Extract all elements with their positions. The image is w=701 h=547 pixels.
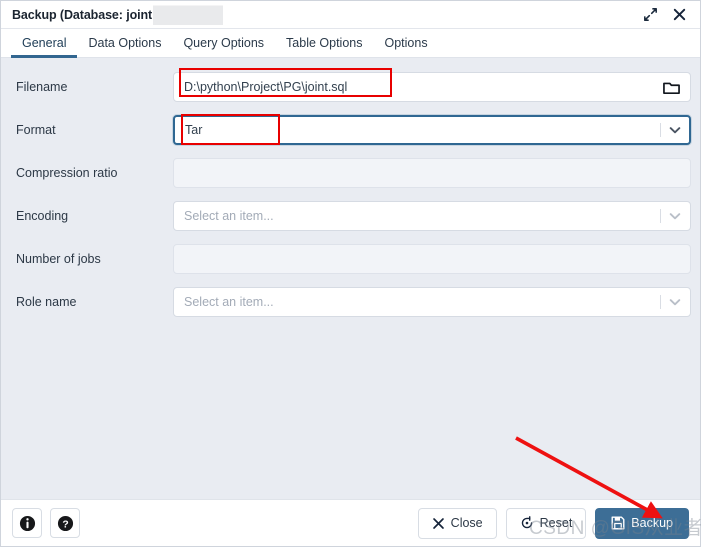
format-select[interactable]: Tar	[173, 115, 691, 145]
reset-button-label: Reset	[539, 516, 573, 530]
role-name-select[interactable]: Select an item...	[173, 287, 691, 317]
folder-icon[interactable]	[659, 72, 683, 102]
footer-actions: Close Reset Backup	[417, 507, 689, 539]
tab-options-label: Options	[384, 36, 428, 50]
expand-icon[interactable]	[644, 8, 657, 21]
field-row-filename: Filename D:\python\Project\PG\joint.sql	[10, 72, 691, 102]
label-number-of-jobs: Number of jobs	[16, 252, 101, 266]
role-name-control: Select an item...	[173, 287, 691, 317]
save-icon	[611, 516, 625, 530]
encoding-control: Select an item...	[173, 201, 691, 231]
compression-ratio-input	[173, 158, 691, 188]
reset-button[interactable]: Reset	[505, 507, 587, 539]
tab-data-options[interactable]: Data Options	[77, 29, 172, 57]
help-icon[interactable]: ?	[50, 508, 80, 538]
backup-button-label: Backup	[631, 516, 673, 530]
number-of-jobs-control	[173, 244, 691, 274]
tab-query-options-label: Query Options	[183, 36, 265, 50]
close-x-icon	[432, 517, 444, 529]
title-redaction-block	[153, 4, 224, 25]
tab-data-options-label: Data Options	[88, 36, 162, 50]
field-row-compression-ratio: Compression ratio	[10, 158, 691, 188]
reset-icon	[521, 516, 532, 529]
label-filename: Filename	[16, 80, 68, 94]
window-controls	[644, 8, 690, 21]
tab-general[interactable]: General	[11, 29, 78, 58]
format-control: Tar	[173, 115, 691, 145]
tab-query-options[interactable]: Query Options	[172, 29, 275, 57]
tab-general-label: General	[22, 36, 67, 50]
encoding-select[interactable]: Select an item...	[173, 201, 691, 231]
close-button[interactable]: Close	[417, 507, 497, 539]
label-role-name: Role name	[16, 295, 77, 309]
close-button-label: Close	[450, 516, 483, 530]
general-tab-panel: Filename D:\python\Project\PG\joint.sql …	[1, 58, 700, 499]
label-encoding: Encoding	[16, 209, 69, 223]
dialog-titlebar: Backup (Database: joint	[1, 1, 700, 29]
close-icon[interactable]	[673, 8, 686, 21]
tab-table-options[interactable]: Table Options	[275, 29, 373, 57]
backup-button[interactable]: Backup	[595, 507, 689, 539]
number-of-jobs-input	[173, 244, 691, 274]
field-row-encoding: Encoding Select an item...	[10, 201, 691, 231]
backup-dialog: Backup (Database: joint General Data Opt…	[0, 0, 701, 547]
field-row-number-of-jobs: Number of jobs	[10, 244, 691, 274]
label-format: Format	[16, 123, 56, 137]
dialog-footer: ? Close Reset Backup	[1, 499, 700, 546]
info-icon[interactable]	[12, 508, 42, 538]
filename-control: D:\python\Project\PG\joint.sql	[173, 72, 691, 102]
tab-table-options-label: Table Options	[286, 36, 363, 50]
field-row-format: Format Tar	[10, 115, 691, 145]
compression-ratio-control	[173, 158, 691, 188]
filename-input[interactable]: D:\python\Project\PG\joint.sql	[173, 72, 691, 102]
tab-options[interactable]: Options	[373, 29, 438, 57]
field-row-role-name: Role name Select an item...	[10, 287, 691, 317]
dialog-title: Backup (Database: joint	[12, 7, 153, 22]
svg-text:?: ?	[62, 519, 68, 530]
label-compression-ratio: Compression ratio	[16, 166, 118, 180]
dialog-tabs: General Data Options Query Options Table…	[1, 29, 700, 58]
